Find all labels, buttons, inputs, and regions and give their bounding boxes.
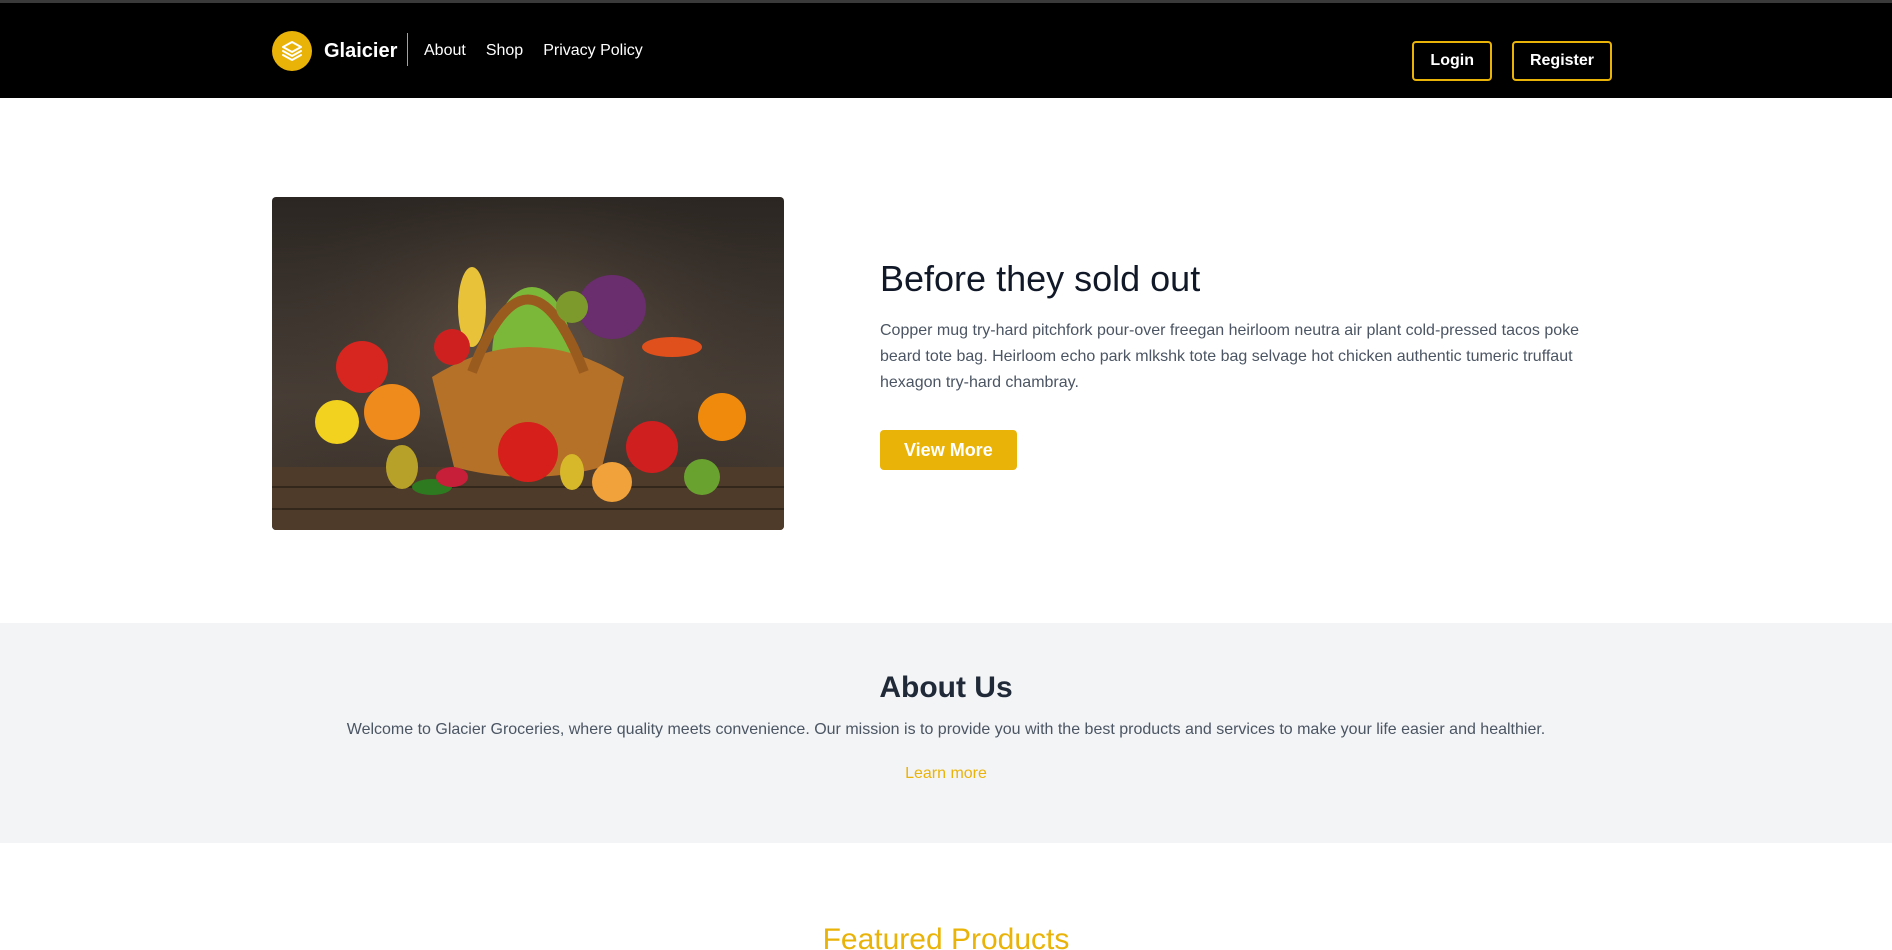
login-button[interactable]: Login — [1412, 41, 1492, 81]
nav-link-privacy-policy[interactable]: Privacy Policy — [543, 42, 643, 60]
about-text: Welcome to Glacier Groceries, where qual… — [346, 721, 1546, 738]
brand-link[interactable]: Glaicier — [272, 31, 397, 71]
nav-link-about[interactable]: About — [424, 42, 466, 60]
vegetable-basket-image — [272, 197, 784, 530]
stack-layers-icon — [272, 31, 312, 71]
nav-link-shop[interactable]: Shop — [486, 42, 523, 60]
auth-buttons: Login Register — [1412, 41, 1612, 81]
featured-section: Featured Products — [0, 843, 1892, 950]
hero-text: Before they sold out Copper mug try-hard… — [880, 258, 1600, 470]
hero-description: Copper mug try-hard pitchfork pour-over … — [880, 322, 1580, 391]
main-nav: About Shop Privacy Policy — [424, 42, 643, 60]
site-header: Glaicier About Shop Privacy Policy Login… — [0, 3, 1892, 98]
view-more-button[interactable]: View More — [880, 430, 1017, 470]
brand-name: Glaicier — [324, 39, 398, 62]
hero-section: Before they sold out Copper mug try-hard… — [0, 98, 1892, 623]
learn-more-link[interactable]: Learn more — [905, 765, 987, 782]
featured-title: Featured Products — [822, 923, 1070, 950]
nav-divider — [407, 33, 408, 66]
about-section: About Us Welcome to Glacier Groceries, w… — [0, 623, 1892, 843]
hero-title: Before they sold out — [880, 258, 1201, 299]
register-button[interactable]: Register — [1511, 41, 1612, 81]
about-title: About Us — [879, 671, 1013, 704]
